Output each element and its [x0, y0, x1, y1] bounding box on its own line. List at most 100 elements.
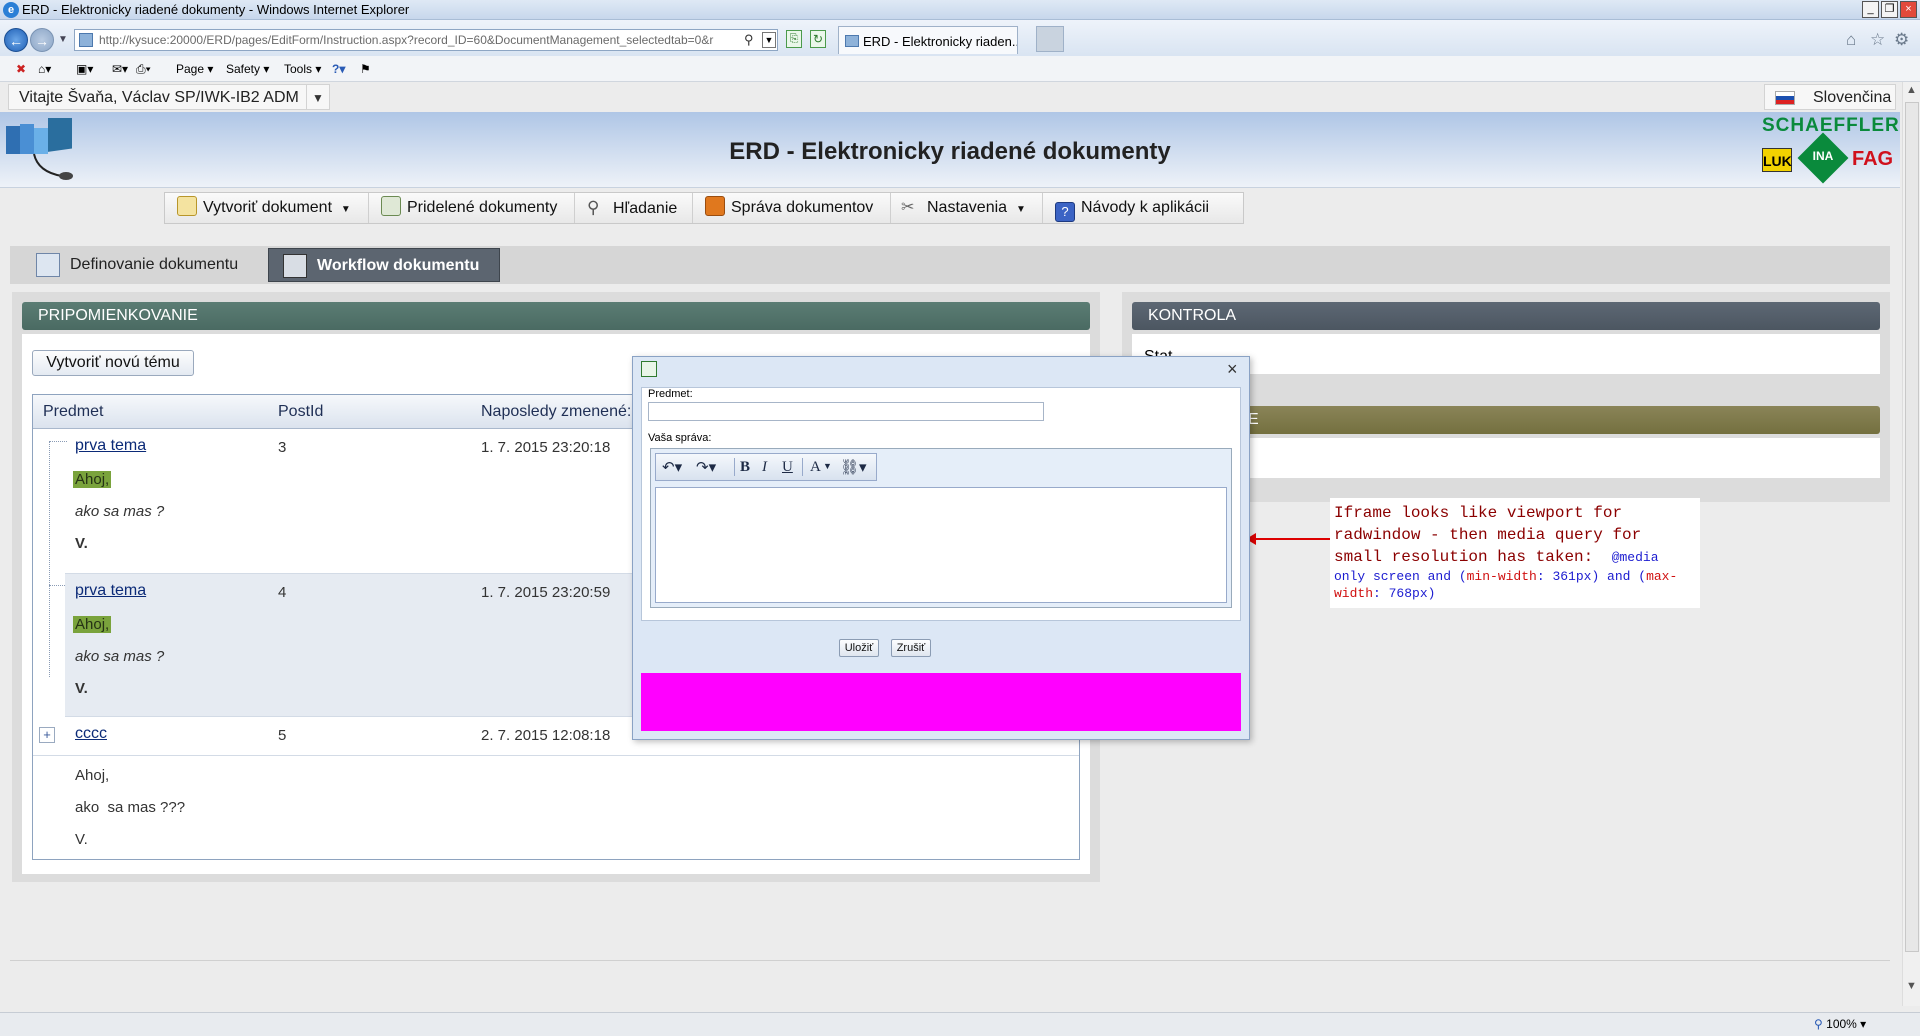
link-icon[interactable]: ⛓▾ — [840, 458, 867, 476]
document-form-icon — [36, 253, 60, 277]
address-bar-row: ← → ▼ http://kysuce:20000/ERD/pages/Edit… — [0, 20, 1920, 56]
back-icon[interactable]: ← — [4, 28, 28, 52]
menu-navody[interactable]: ? Návody k aplikácii — [1043, 193, 1243, 223]
note-code-d: : 361px) and ( — [1536, 569, 1647, 584]
bold-button[interactable]: B — [740, 459, 750, 476]
research-icon[interactable]: ⚑ — [360, 62, 371, 76]
note-line1: Iframe looks like viewport for — [1334, 504, 1623, 522]
menu-label: Hľadanie — [613, 200, 678, 217]
home-small-icon[interactable]: ⌂▾ — [38, 62, 51, 76]
menu-nastavenia[interactable]: ✂ Nastavenia ▼ — [891, 193, 1043, 223]
slovak-flag-icon — [1775, 91, 1795, 105]
chevron-down-icon: ▼ — [340, 204, 351, 215]
minimize-button[interactable]: _ — [1862, 1, 1879, 18]
note-line3: small resolution has taken: — [1334, 548, 1594, 566]
content-tabs: Definovanie dokumentu Workflow dokumentu — [10, 246, 1890, 284]
row-post-id: 5 — [278, 727, 287, 744]
note-code-b: only screen and ( — [1334, 569, 1467, 584]
language-selector[interactable]: Slovenčina — [1764, 84, 1896, 110]
cancel-button[interactable]: Zrušiť — [891, 639, 931, 657]
undo-icon[interactable]: ↶▾ — [662, 458, 682, 476]
home-icon[interactable]: ⌂ — [1846, 30, 1856, 50]
scroll-down-icon[interactable]: ▼ — [1906, 980, 1917, 992]
browser-tab[interactable]: ERD - Elektronicky riaden... — [838, 26, 1018, 54]
new-tab-button[interactable] — [1036, 26, 1064, 52]
close-icon[interactable]: × — [1227, 359, 1238, 380]
url-dropdown-icon[interactable]: ▼ — [762, 32, 776, 48]
row-post-id: 3 — [278, 439, 287, 456]
note-line2: radwindow - then media query for — [1334, 526, 1642, 544]
menu-sprava-dokumentov[interactable]: Správa dokumentov — [693, 193, 891, 223]
row-subject-link[interactable]: cccc — [75, 725, 107, 743]
schaeffler-logo: SCHAEFFLER — [1762, 115, 1900, 136]
forward-icon[interactable]: → — [30, 28, 54, 52]
row-subject-link[interactable]: prva tema — [75, 582, 146, 600]
row-subject-link[interactable]: prva tema — [75, 437, 146, 455]
italic-button[interactable]: I — [762, 459, 767, 476]
page-menu-label: Page — [176, 62, 205, 76]
menu-hladanie[interactable]: ⚲ Hľadanie — [575, 193, 693, 223]
window-title: ERD - Elektronicky riadené dokumenty - W… — [22, 2, 410, 17]
chevron-down-icon[interactable]: ▼ — [823, 461, 832, 471]
row-message-line2: ako sa mas ? — [75, 503, 165, 520]
scroll-up-icon[interactable]: ▲ — [1906, 84, 1917, 96]
menu-vytvorit-dokument[interactable]: Vytvoriť dokument ▼ — [165, 193, 369, 223]
font-color-button[interactable]: A — [810, 459, 821, 476]
expand-icon[interactable]: + — [39, 727, 55, 743]
favorites-icon[interactable]: ☆ — [1870, 30, 1885, 50]
stop-favorites-icon[interactable]: ✖ — [16, 62, 26, 76]
settings-gear-icon[interactable]: ⚙ — [1894, 30, 1909, 50]
url-text: http://kysuce:20000/ERD/pages/EditForm/I… — [99, 33, 714, 47]
safety-menu[interactable]: Safety ▾ — [226, 62, 269, 76]
page-menu[interactable]: Page ▾ — [176, 62, 213, 76]
dialog-iframe: Predmet: Vaša správa: ↶▾ ↷▾ B I U A ▼ ⛓▾ — [641, 387, 1241, 621]
subject-label: Predmet: — [648, 388, 693, 400]
column-postid[interactable]: PostId — [278, 403, 323, 421]
print-icon[interactable]: ⎙▾ — [136, 62, 151, 77]
new-topic-button[interactable]: Vytvoriť novú tému — [32, 350, 194, 376]
note-code-a: @media — [1611, 550, 1659, 565]
feeds-icon[interactable]: ▣▾ — [76, 62, 93, 76]
chevron-down-icon: ▼ — [1015, 204, 1026, 215]
tab-workflow-dokumentu[interactable]: Workflow dokumentu — [268, 248, 500, 282]
redo-icon[interactable]: ↷▾ — [696, 458, 716, 476]
column-predmet[interactable]: Predmet — [43, 403, 103, 421]
note-code-f: width — [1334, 586, 1374, 601]
page-title: ERD - Elektronicky riadené dokumenty — [729, 138, 1171, 165]
tab-label: ERD - Elektronicky riaden... — [863, 34, 1018, 49]
pripomienkovanie-header: PRIPOMIENKOVANIE — [22, 302, 1090, 330]
tools-menu[interactable]: Tools ▾ — [284, 62, 321, 76]
user-bar: Vitajte Švaňa, Václav SP/IWK-IB2 ADM ▼ S… — [0, 82, 1900, 112]
tab-definovanie-dokumentu[interactable]: Definovanie dokumentu — [22, 248, 262, 282]
close-window-button[interactable]: × — [1900, 1, 1917, 18]
subject-input[interactable] — [648, 402, 1044, 421]
help-icon[interactable]: ?▾ — [332, 62, 345, 76]
history-dropdown-icon[interactable]: ▼ — [58, 34, 68, 45]
user-dropdown-icon[interactable]: ▼ — [306, 84, 330, 110]
zoom-value: 100% — [1826, 1017, 1857, 1031]
mail-icon[interactable]: ✉▾ — [112, 62, 128, 76]
row-message-line1: Ahoj, — [73, 471, 112, 488]
help-book-icon: ? — [1055, 202, 1075, 222]
underline-button[interactable]: U — [782, 459, 793, 476]
tab-label: Workflow dokumentu — [317, 257, 480, 274]
menu-pridelene-dokumenty[interactable]: Pridelené dokumenty — [369, 193, 575, 223]
maximize-button[interactable]: ❐ — [1881, 1, 1898, 18]
ie-logo-icon: e — [3, 2, 19, 18]
zoom-control[interactable]: ⚲ 100% ▾ — [1814, 1017, 1866, 1031]
language-label: Slovenčina — [1813, 89, 1892, 106]
column-naposledy-zmenene[interactable]: Naposledy zmenené: — [481, 403, 631, 421]
compatibility-icon[interactable]: ⎘ — [786, 30, 802, 48]
menu-label: Pridelené dokumenty — [407, 199, 558, 216]
annotation-note: Iframe looks like viewport for radwindow… — [1330, 498, 1700, 608]
save-button[interactable]: Uložiť — [839, 639, 879, 657]
new-topic-dialog: × Predmet: Vaša správa: ↶▾ ↷▾ B I U A ▼ … — [632, 356, 1250, 740]
window-title-bar: e ERD - Elektronicky riadené dokumenty -… — [0, 0, 1920, 20]
scrollbar-thumb[interactable] — [1905, 102, 1919, 952]
vertical-scrollbar[interactable]: ▲ ▼ — [1902, 82, 1920, 1006]
refresh-icon[interactable]: ↻ — [810, 30, 826, 48]
message-textarea[interactable] — [655, 487, 1227, 603]
url-input[interactable]: http://kysuce:20000/ERD/pages/EditForm/I… — [74, 29, 778, 51]
app-banner: ERD - Elektronicky riadené dokumenty SCH… — [0, 112, 1900, 188]
search-icon[interactable]: ⚲ — [744, 32, 754, 48]
